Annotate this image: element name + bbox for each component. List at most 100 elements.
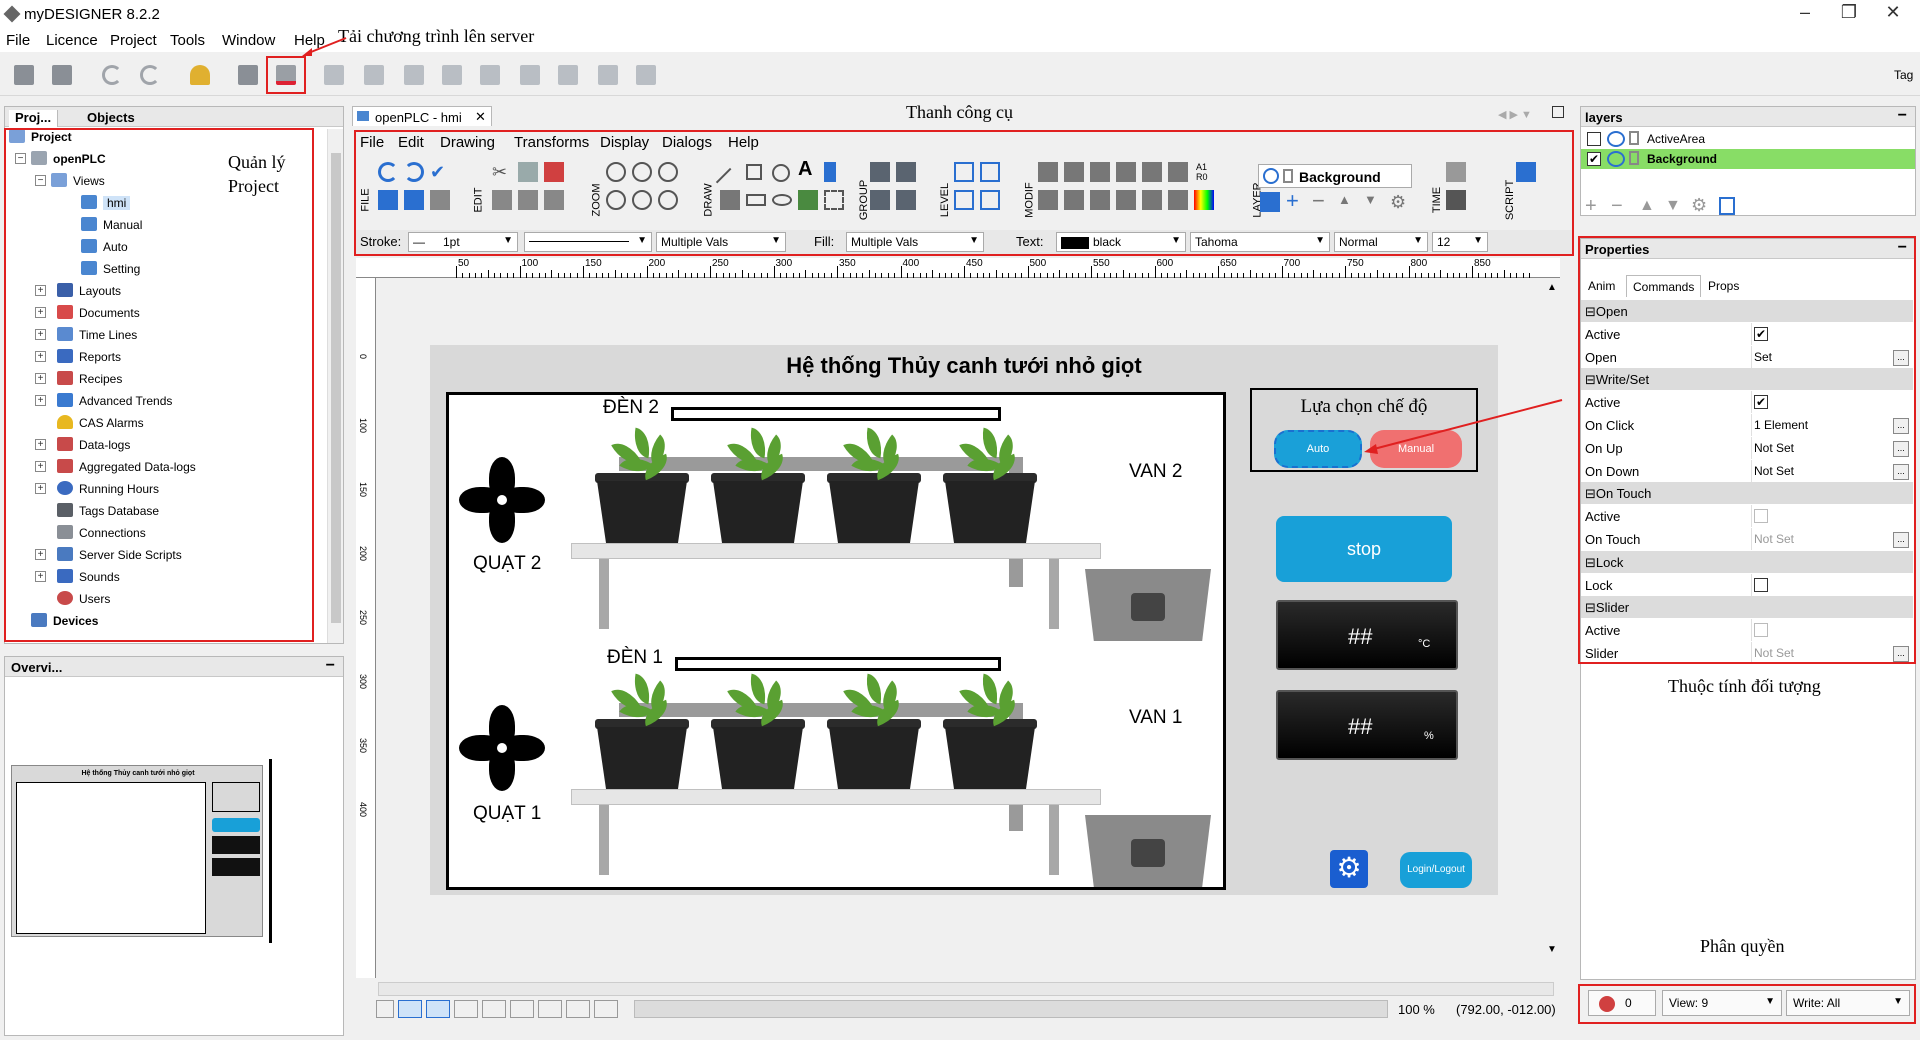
font-size-select[interactable]: 12 ▼ bbox=[1432, 232, 1488, 252]
upload-server-icon[interactable] bbox=[270, 60, 302, 90]
expand-icon[interactable]: + bbox=[35, 373, 46, 384]
menu-project[interactable]: Project bbox=[110, 32, 157, 49]
print-icon[interactable] bbox=[592, 60, 624, 90]
monitor-up-icon[interactable] bbox=[514, 60, 546, 90]
property-value[interactable] bbox=[1751, 619, 1899, 642]
property-value[interactable]: Not Set bbox=[1751, 459, 1899, 482]
ungroup-icon[interactable] bbox=[870, 190, 890, 210]
editor-menu-edit[interactable]: Edit bbox=[398, 134, 424, 151]
ungroup-all-icon[interactable] bbox=[896, 190, 916, 210]
tab-nav-icon[interactable]: ◀ ▶ ▼ bbox=[1498, 108, 1532, 121]
tree-devices[interactable]: Devices bbox=[31, 613, 98, 635]
editor-vscrollbar[interactable]: ▲ ▼ bbox=[1544, 280, 1560, 980]
zoom-fit-icon[interactable] bbox=[658, 162, 678, 182]
property-checkbox[interactable] bbox=[1754, 577, 1768, 592]
eye-icon[interactable] bbox=[1607, 151, 1625, 167]
ellipsis-button[interactable]: ... bbox=[1893, 418, 1909, 434]
expand-icon[interactable]: + bbox=[35, 439, 46, 450]
fill-select[interactable]: Multiple Vals ▼ bbox=[846, 232, 984, 252]
status-grid-icon[interactable] bbox=[454, 1000, 478, 1018]
align-left-icon[interactable] bbox=[1038, 162, 1058, 182]
clipboard-icon[interactable] bbox=[544, 190, 564, 210]
property-group[interactable]: ⊟Open bbox=[1581, 300, 1913, 322]
tree-advanced-trends[interactable]: Advanced Trends bbox=[57, 393, 172, 415]
tree-datalogs[interactable]: Data-logs bbox=[57, 437, 130, 459]
property-value[interactable]: 1 Element bbox=[1751, 414, 1899, 436]
collapse-icon[interactable]: − bbox=[35, 175, 46, 186]
menu-tools[interactable]: Tools bbox=[170, 32, 205, 49]
align-icon[interactable] bbox=[518, 190, 538, 210]
minimize-button[interactable]: – bbox=[1782, 2, 1828, 23]
flip-icon[interactable] bbox=[1168, 162, 1188, 182]
tree-layouts[interactable]: Layouts bbox=[57, 283, 121, 305]
expand-icon[interactable]: + bbox=[35, 307, 46, 318]
stop-button[interactable]: stop bbox=[1276, 516, 1452, 582]
layer-list-icon[interactable] bbox=[1719, 197, 1735, 215]
expand-icon[interactable]: + bbox=[35, 351, 46, 362]
tree-running-hours[interactable]: Running Hours bbox=[57, 481, 159, 503]
expand-icon[interactable]: + bbox=[35, 549, 46, 560]
menu-window[interactable]: Window bbox=[222, 32, 275, 49]
stroke-width-select[interactable]: —1pt ▼ bbox=[408, 232, 518, 252]
ellipsis-button[interactable]: ... bbox=[1893, 646, 1909, 662]
layer-checkbox[interactable]: ✔ bbox=[1587, 152, 1601, 166]
palette-icon[interactable] bbox=[1194, 190, 1214, 210]
property-value[interactable] bbox=[1751, 505, 1899, 528]
tree-timelines[interactable]: Time Lines bbox=[57, 327, 137, 349]
zoom-select-icon[interactable] bbox=[658, 190, 678, 210]
editor-menu-help[interactable]: Help bbox=[728, 134, 759, 151]
layer-row-activearea[interactable]: ActiveArea bbox=[1581, 129, 1915, 149]
layer-gear-icon[interactable]: ⚙ bbox=[1691, 195, 1707, 216]
tab-props[interactable]: Props bbox=[1702, 275, 1745, 297]
gradient-icon[interactable] bbox=[1142, 190, 1162, 210]
r0-label[interactable]: R0 bbox=[1196, 172, 1208, 182]
property-group[interactable]: ⊟Write/Set bbox=[1581, 368, 1913, 391]
remove-icon[interactable]: − bbox=[1312, 190, 1332, 212]
status-grid-snap-icon[interactable] bbox=[426, 1000, 450, 1018]
arrow-up-icon[interactable]: ▲ bbox=[1338, 192, 1358, 212]
save-icon[interactable] bbox=[378, 190, 398, 210]
minimize-panel-icon[interactable]: − bbox=[326, 657, 335, 675]
tree-documents[interactable]: Documents bbox=[57, 305, 140, 327]
write-permission-select[interactable]: Write: All ▼ bbox=[1786, 990, 1910, 1016]
tag-label[interactable]: Tag bbox=[1894, 68, 1913, 82]
select-area-icon[interactable] bbox=[824, 190, 844, 210]
tree-tags-database[interactable]: Tags Database bbox=[57, 503, 159, 525]
save-all-icon[interactable] bbox=[46, 60, 78, 90]
expand-icon[interactable]: + bbox=[35, 571, 46, 582]
layer-select[interactable]: Background bbox=[1258, 164, 1412, 188]
status-page-icon[interactable] bbox=[482, 1000, 506, 1018]
property-checkbox[interactable]: ✔ bbox=[1754, 395, 1768, 410]
editor-menu-dialogs[interactable]: Dialogs bbox=[662, 134, 712, 151]
tab-anim[interactable]: Anim bbox=[1582, 275, 1621, 297]
duplicate-icon[interactable] bbox=[1142, 162, 1162, 182]
layer-settings-icon[interactable] bbox=[1260, 192, 1280, 212]
property-value[interactable]: Not Set bbox=[1751, 436, 1899, 459]
close-tab-icon[interactable]: ✕ bbox=[475, 109, 486, 125]
tree-view-hmi[interactable]: hmi bbox=[81, 195, 131, 217]
editor-hscrollbar[interactable] bbox=[378, 982, 1554, 996]
login-logout-button[interactable]: Login/Logout bbox=[1400, 852, 1472, 888]
view-permission-select[interactable]: View: 9 ▼ bbox=[1662, 990, 1782, 1016]
editor-menu-display[interactable]: Display bbox=[600, 134, 649, 151]
group-add-icon[interactable] bbox=[896, 162, 916, 182]
property-checkbox[interactable]: ✔ bbox=[1754, 326, 1768, 341]
property-value[interactable]: ✔ bbox=[1751, 391, 1899, 414]
ellipsis-button[interactable]: ... bbox=[1893, 463, 1909, 480]
image-icon[interactable] bbox=[798, 190, 818, 210]
script-icon[interactable] bbox=[1516, 162, 1536, 182]
ellipsis-button[interactable]: ... bbox=[1893, 440, 1909, 457]
undo-icon[interactable] bbox=[378, 162, 398, 182]
property-checkbox[interactable] bbox=[1754, 623, 1768, 638]
project-scrollbar[interactable] bbox=[327, 129, 343, 643]
tree-root[interactable]: Project bbox=[9, 129, 72, 151]
text-icon[interactable]: A bbox=[798, 158, 818, 180]
property-value[interactable]: Not Set bbox=[1751, 642, 1899, 664]
users-button[interactable]: 0 bbox=[1588, 990, 1656, 1016]
download-icon[interactable] bbox=[232, 60, 264, 90]
tree-view-manual[interactable]: Manual bbox=[81, 217, 142, 239]
move-icon[interactable] bbox=[1090, 162, 1110, 182]
save-icon[interactable] bbox=[8, 60, 40, 90]
delete-icon[interactable] bbox=[544, 162, 564, 182]
copy-icon[interactable] bbox=[518, 162, 538, 182]
